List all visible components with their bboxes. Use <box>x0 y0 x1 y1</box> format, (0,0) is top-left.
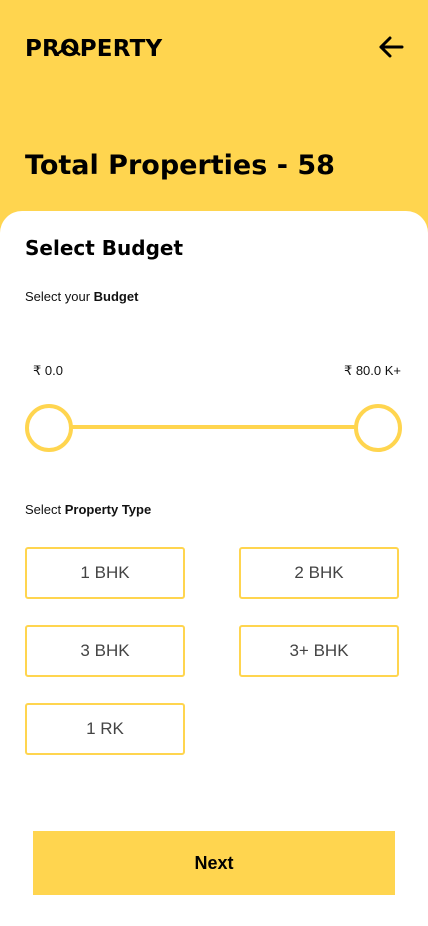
header: PROPERTY Total Properties - 58 <box>0 0 428 212</box>
option-1-bhk[interactable]: 1 BHK <box>25 547 185 599</box>
filter-sheet: Select Budget Select your Budget ₹ 0.0 ₹… <box>0 211 428 926</box>
property-type-subtitle-prefix: Select <box>25 502 65 517</box>
option-1-rk[interactable]: 1 RK <box>25 703 185 755</box>
option-3-plus-bhk[interactable]: 3+ BHK <box>239 625 399 677</box>
option-3-bhk[interactable]: 3 BHK <box>25 625 185 677</box>
slider-max-thumb[interactable] <box>354 404 402 452</box>
slider-track[interactable] <box>49 425 378 429</box>
total-properties-title: Total Properties - 58 <box>25 150 335 181</box>
logo-text: PROPERTY <box>25 36 163 62</box>
back-button[interactable] <box>378 34 404 60</box>
budget-subtitle-prefix: Select your <box>25 289 94 304</box>
property-type-subtitle-bold: Property Type <box>64 502 152 517</box>
budget-subtitle-bold: Budget <box>93 289 139 304</box>
budget-range-slider[interactable] <box>25 403 402 452</box>
next-button[interactable]: Next <box>33 831 395 895</box>
arrow-left-icon <box>379 36 404 58</box>
option-2-bhk[interactable]: 2 BHK <box>239 547 399 599</box>
min-price-label: ₹ 0.0 <box>33 363 63 378</box>
slider-min-thumb[interactable] <box>25 404 73 452</box>
budget-subtitle: Select your Budget <box>25 289 138 304</box>
property-type-subtitle: Select Property Type <box>25 502 151 517</box>
section-title: Select Budget <box>25 236 184 260</box>
max-price-label: ₹ 80.0 K+ <box>343 363 401 378</box>
